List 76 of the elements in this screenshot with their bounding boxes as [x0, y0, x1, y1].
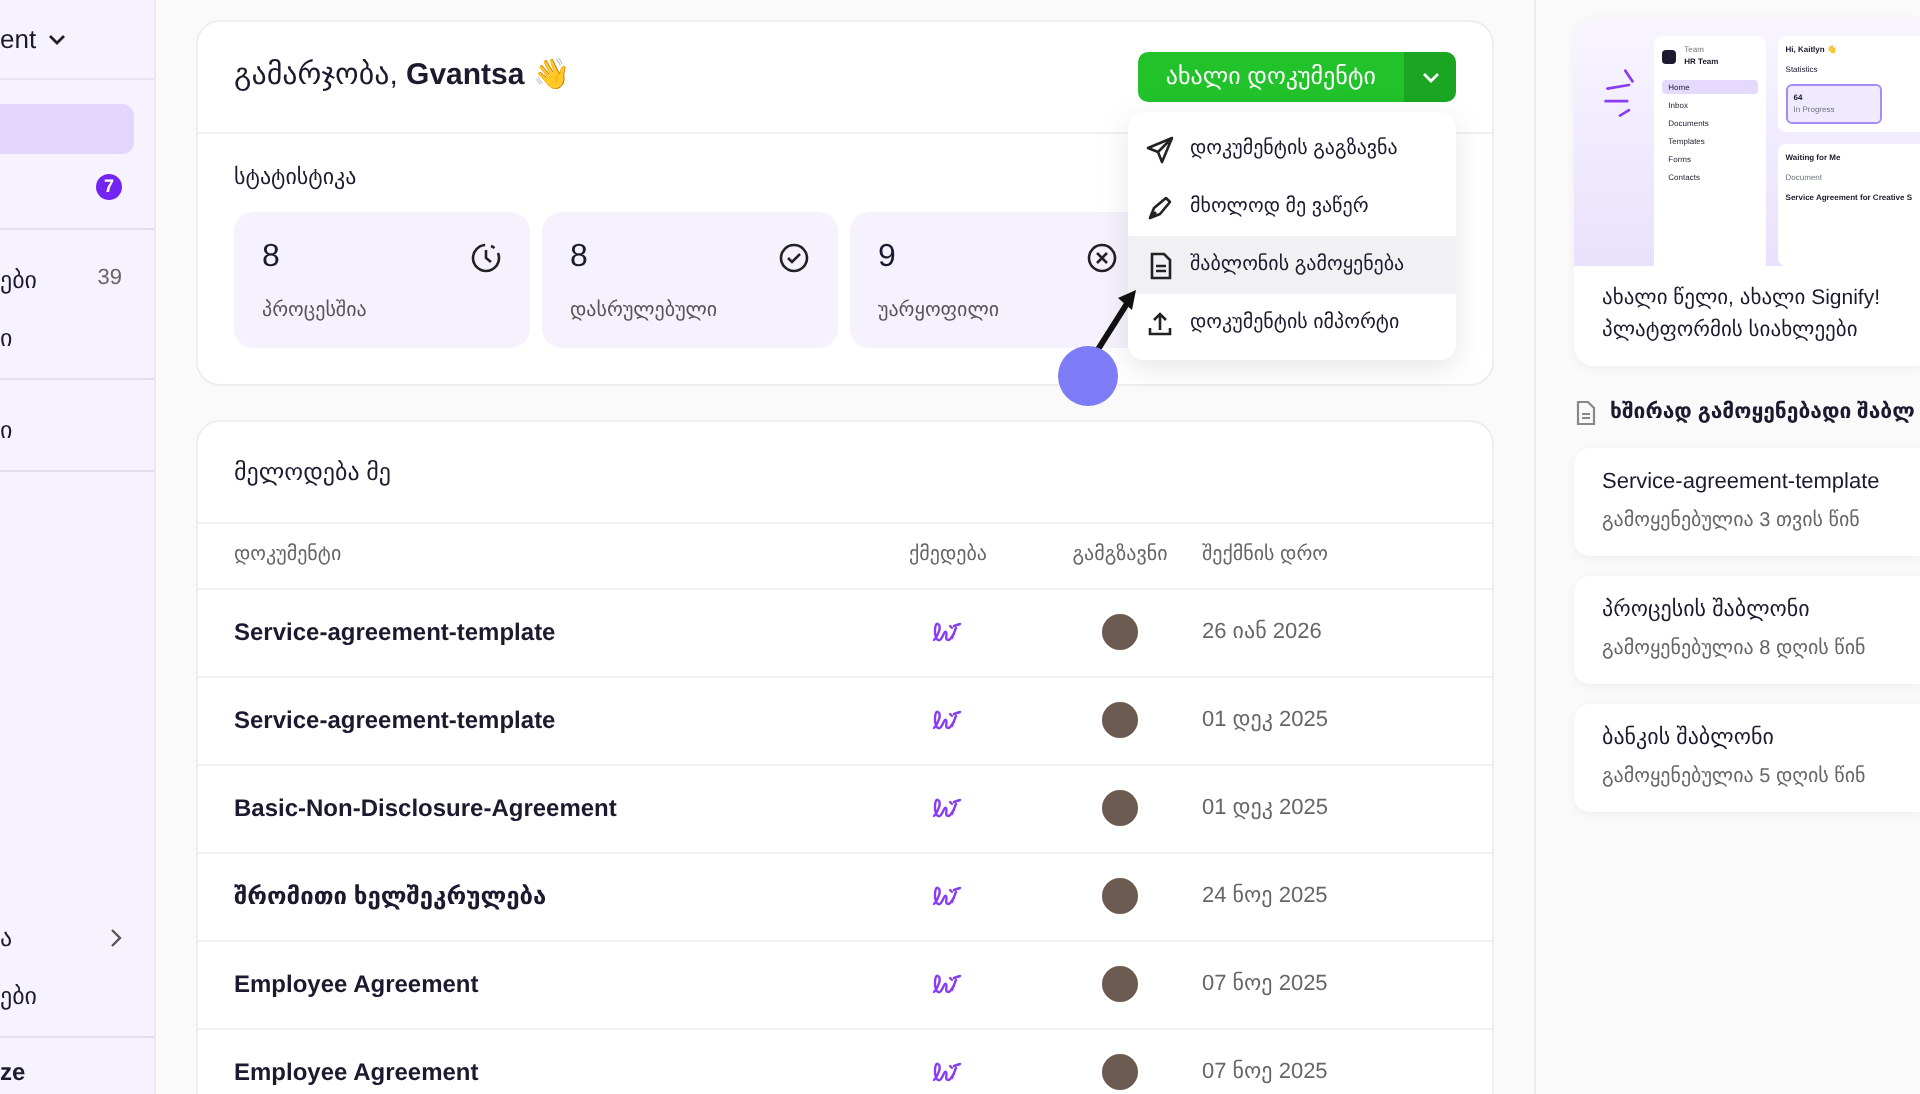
stat-label: უარყოფილი — [878, 297, 1002, 325]
stat-value: 9 — [878, 237, 896, 277]
template-usage: გამოყენებულია 5 დღის წინ — [1602, 763, 1868, 792]
template-card[interactable]: პროცესის შაბლონი გამოყენებულია 8 დღის წინ — [1574, 576, 1920, 685]
avatar — [1102, 614, 1138, 650]
template-usage: გამოყენებულია 3 თვის წინ — [1602, 507, 1862, 536]
table-cell: 01 დეკ 2025 — [1202, 765, 1492, 853]
template-card[interactable]: Service-agreement-template გამოყენებულია 3 თვის წინ — [1574, 448, 1920, 557]
template-usage: გამოყენებულია 8 დღის წინ — [1602, 635, 1868, 664]
column-header: შექმნის დრო — [1202, 523, 1492, 589]
document-icon — [1146, 251, 1174, 279]
sidebar-item[interactable]: 7 — [0, 162, 134, 212]
sidebar-item[interactable]: ა — [0, 912, 134, 962]
section-title: სტატისტიკა — [234, 163, 357, 194]
table-cell: 01 დეკ 2025 — [1202, 677, 1492, 765]
table-cell: 24 ნოე 2025 — [1202, 853, 1492, 941]
table-cell: 07 ნოე 2025 — [1202, 941, 1492, 1029]
column-header: გამგზავნი — [1038, 523, 1202, 589]
card-title: მელოდება მე — [198, 421, 1492, 523]
avatar — [1102, 1054, 1138, 1090]
signature-icon — [932, 708, 964, 732]
document-icon — [1574, 399, 1598, 426]
signature-icon — [932, 972, 964, 996]
template-name: პროცესის შაბლონი — [1602, 595, 1812, 627]
sidebar-item[interactable]: ები 39 — [0, 254, 134, 304]
signature-icon — [932, 1060, 964, 1084]
table-cell: შრომითი ხელშეკრულება — [198, 853, 858, 941]
stat-value: 8 — [570, 237, 588, 277]
stat-label: პროცესშია — [262, 297, 369, 325]
signature-icon — [932, 796, 964, 820]
workspace-name[interactable]: ent — [0, 19, 37, 59]
sidebar-item[interactable]: ი — [0, 404, 134, 454]
table-cell: Employee Agreement — [198, 941, 858, 1029]
menu-item[interactable]: დოკუმენტის იმპორტი — [1128, 294, 1456, 352]
table-cell: 07 ნოე 2025 — [1202, 1029, 1492, 1094]
avatar — [1102, 790, 1138, 826]
template-name: Service-agreement-template — [1602, 468, 1882, 499]
table-cell: Basic-Non-Disclosure-Agreement — [198, 765, 858, 853]
table-cell: 26 იან 2026 — [1202, 589, 1492, 677]
menu-item[interactable]: შაბლონის გამოყენება — [1128, 236, 1456, 294]
menu-item[interactable]: მხოლოდ მე ვაწერ — [1128, 178, 1456, 236]
avatar — [1102, 702, 1138, 738]
promo-card[interactable] — [1574, 18, 1920, 365]
clock-icon — [470, 241, 502, 273]
stat-value: 8 — [262, 237, 280, 277]
upload-icon — [1146, 309, 1174, 337]
check-circle-icon — [778, 241, 810, 273]
count-badge: 7 — [96, 174, 122, 200]
table-cell: Employee Agreement — [198, 1029, 858, 1094]
template-name: ბანკის შაბლონი — [1602, 723, 1776, 755]
table-cell: Service-agreement-template — [198, 589, 858, 677]
item-count: 39 — [97, 264, 122, 295]
table-cell: Service-agreement-template — [198, 677, 858, 765]
chevron-down-icon — [48, 33, 67, 45]
signature-icon — [932, 620, 964, 644]
stat-label: დასრულებული — [570, 297, 720, 325]
avatar — [1102, 966, 1138, 1002]
avatar — [1102, 878, 1138, 914]
user-name: ze — [0, 1036, 154, 1094]
logo-icon — [1662, 49, 1677, 63]
send-icon — [1146, 135, 1174, 163]
signature-icon — [932, 884, 964, 908]
dropdown-toggle-button[interactable] — [1404, 52, 1456, 102]
column-header: ქმედება — [858, 523, 1038, 589]
sidebar-item[interactable]: ები — [0, 970, 134, 1020]
x-circle-icon — [1086, 241, 1118, 273]
template-card[interactable]: ბანკის შაბლონი გამოყენებულია 5 დღის წინ — [1574, 704, 1920, 813]
promo-title: პლატფორმის სიახლეები — [1602, 315, 1860, 346]
greeting-text: გამარჯობა, Gvantsa 👋 — [234, 56, 571, 97]
column-header: დოკუმენტი — [198, 523, 858, 589]
caret-icon — [1421, 71, 1439, 83]
promo-title: ახალი წელი, ახალი Signify! — [1602, 284, 1883, 314]
menu-item[interactable]: დოკუმენტის გაგზავნა — [1128, 120, 1456, 178]
sidebar-item[interactable]: ი — [0, 312, 134, 362]
section-title: ხშირად გამოყენებადი შაბლ — [1610, 397, 1915, 427]
pen-icon — [1146, 193, 1174, 221]
